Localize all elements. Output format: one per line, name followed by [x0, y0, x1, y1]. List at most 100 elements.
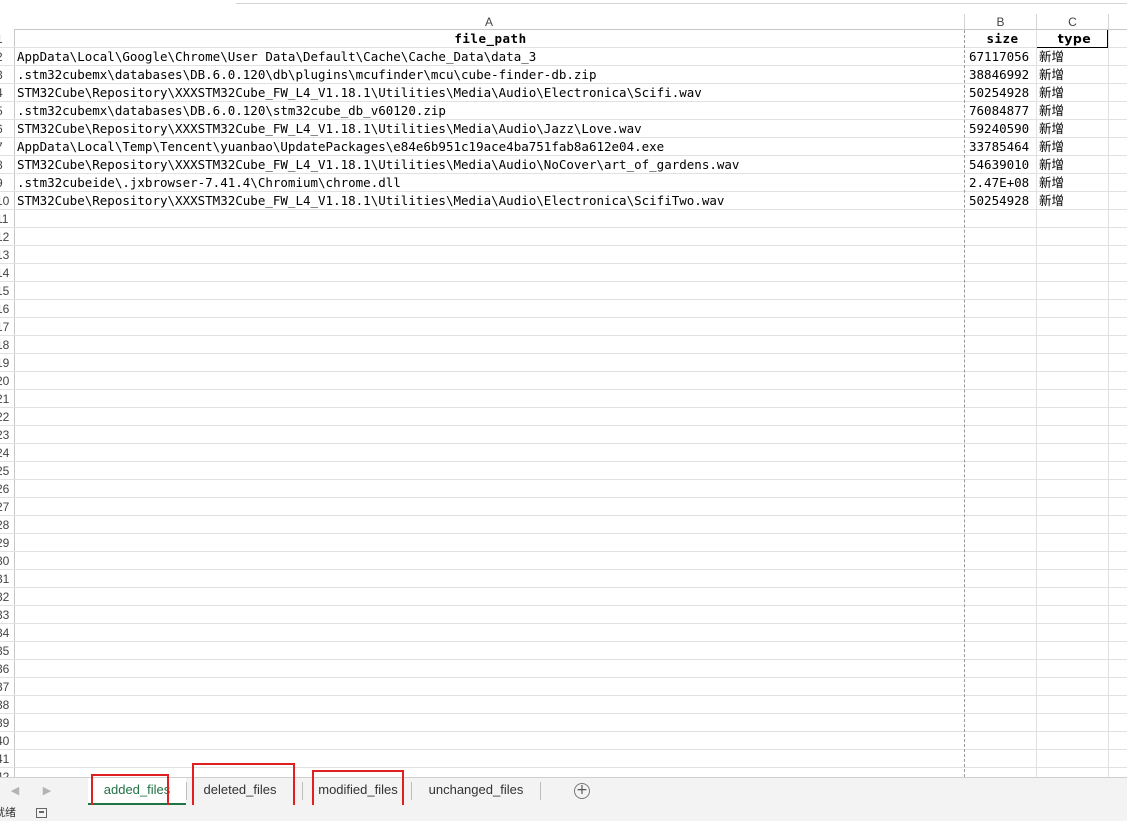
cell-file-path[interactable] [16, 228, 964, 245]
cell-file-path[interactable]: STM32Cube\Repository\XXXSTM32Cube_FW_L4_… [16, 156, 964, 173]
cell-type[interactable] [1038, 480, 1110, 497]
cell-file-path[interactable] [16, 624, 964, 641]
cell-size[interactable] [966, 678, 1036, 695]
cell-file-path[interactable] [16, 498, 964, 515]
cell-size[interactable]: 50254928 [966, 84, 1036, 101]
cell-type[interactable] [1038, 264, 1110, 281]
cell-type[interactable] [1038, 318, 1110, 335]
plus-circle-icon[interactable]: + [574, 783, 590, 799]
cell-file-path[interactable] [16, 714, 964, 731]
cell-type[interactable] [1038, 336, 1110, 353]
cell-size[interactable] [966, 624, 1036, 641]
cell-size[interactable]: 2.47E+08 [966, 174, 1036, 191]
cell-size[interactable] [966, 390, 1036, 407]
cell-size[interactable] [966, 444, 1036, 461]
table-row[interactable]: 4STM32Cube\Repository\XXXSTM32Cube_FW_L4… [0, 84, 1127, 102]
cell-type[interactable] [1038, 768, 1110, 777]
cell-size[interactable]: 59240590 [966, 120, 1036, 137]
table-row[interactable]: 42 [0, 768, 1127, 777]
cell-type[interactable] [1038, 678, 1110, 695]
cell-file-path[interactable]: AppData\Local\Temp\Tencent\yuanbao\Updat… [16, 138, 964, 155]
cell-file-path[interactable] [16, 210, 964, 227]
table-row[interactable]: 17 [0, 318, 1127, 336]
row-number[interactable]: 19 [0, 354, 14, 371]
cell-size[interactable] [966, 354, 1036, 371]
cell-type[interactable]: 新增 [1038, 174, 1110, 191]
cell-type[interactable] [1038, 660, 1110, 677]
row-number[interactable]: 34 [0, 624, 14, 641]
cell-size[interactable] [966, 408, 1036, 425]
cell-size[interactable] [966, 642, 1036, 659]
cell-file-path[interactable]: .stm32cubeide\.jxbrowser-7.41.4\Chromium… [16, 174, 964, 191]
row-number[interactable]: 37 [0, 678, 14, 695]
table-row[interactable]: 26 [0, 480, 1127, 498]
row-number[interactable]: 6 [0, 120, 14, 137]
row-number[interactable]: 20 [0, 372, 14, 389]
table-row[interactable]: 6STM32Cube\Repository\XXXSTM32Cube_FW_L4… [0, 120, 1127, 138]
row-number[interactable]: 9 [0, 174, 14, 191]
cell-file-path[interactable] [16, 372, 964, 389]
cell-size[interactable] [966, 228, 1036, 245]
cell-type[interactable] [1038, 210, 1110, 227]
cell-file-path[interactable] [16, 696, 964, 713]
row-number[interactable]: 12 [0, 228, 14, 245]
table-row[interactable]: 7AppData\Local\Temp\Tencent\yuanbao\Upda… [0, 138, 1127, 156]
cell-type[interactable]: 新增 [1038, 84, 1110, 101]
table-row[interactable]: 22 [0, 408, 1127, 426]
cell-size[interactable]: 33785464 [966, 138, 1036, 155]
column-header-a[interactable]: A [14, 14, 965, 30]
row-number[interactable]: 16 [0, 300, 14, 317]
cell-type[interactable]: 新增 [1038, 102, 1110, 119]
cell-file-path[interactable] [16, 390, 964, 407]
row-number[interactable]: 28 [0, 516, 14, 533]
table-row[interactable]: 32 [0, 588, 1127, 606]
cell-type[interactable] [1038, 588, 1110, 605]
cell-size[interactable] [966, 534, 1036, 551]
row-number[interactable]: 36 [0, 660, 14, 677]
table-row[interactable]: 18 [0, 336, 1127, 354]
row-number[interactable]: 42 [0, 768, 14, 777]
cell-size[interactable]: 54639010 [966, 156, 1036, 173]
cell-file-path[interactable] [16, 246, 964, 263]
row-number[interactable]: 40 [0, 732, 14, 749]
cell-file-path[interactable] [16, 534, 964, 551]
cell-size[interactable] [966, 588, 1036, 605]
cell-file-path[interactable] [16, 354, 964, 371]
cell-file-path[interactable] [16, 444, 964, 461]
row-number[interactable]: 10 [0, 192, 14, 209]
cell-type[interactable] [1038, 732, 1110, 749]
cell-file-path[interactable]: STM32Cube\Repository\XXXSTM32Cube_FW_L4_… [16, 120, 964, 137]
row-number[interactable]: 33 [0, 606, 14, 623]
row-number[interactable]: 1 [0, 30, 14, 47]
macro-record-icon[interactable] [36, 808, 47, 818]
table-row[interactable]: 33 [0, 606, 1127, 624]
cell-type[interactable] [1038, 642, 1110, 659]
table-row[interactable]: 29 [0, 534, 1127, 552]
row-number[interactable]: 23 [0, 426, 14, 443]
cell-type[interactable] [1038, 552, 1110, 569]
table-row[interactable]: 2AppData\Local\Google\Chrome\User Data\D… [0, 48, 1127, 66]
cell-type[interactable] [1038, 426, 1110, 443]
cell-file-path[interactable]: AppData\Local\Google\Chrome\User Data\De… [16, 48, 964, 65]
row-number[interactable]: 39 [0, 714, 14, 731]
cell-file-path[interactable] [16, 642, 964, 659]
row-number[interactable]: 26 [0, 480, 14, 497]
cell-type[interactable] [1038, 696, 1110, 713]
cell-type[interactable]: 新增 [1038, 156, 1110, 173]
row-number[interactable]: 14 [0, 264, 14, 281]
cell-file-path[interactable] [16, 516, 964, 533]
cell-size[interactable] [966, 570, 1036, 587]
cell-type[interactable]: 新增 [1038, 120, 1110, 137]
cell-size[interactable] [966, 246, 1036, 263]
row-number[interactable]: 2 [0, 48, 14, 65]
cell-size[interactable]: 76084877 [966, 102, 1036, 119]
cell-type[interactable] [1038, 534, 1110, 551]
cell-size[interactable] [966, 696, 1036, 713]
row-number[interactable]: 35 [0, 642, 14, 659]
cell-size[interactable] [966, 426, 1036, 443]
chevron-left-icon[interactable]: ◀ [8, 784, 22, 798]
cell-file-path[interactable] [16, 570, 964, 587]
table-row[interactable]: 12 [0, 228, 1127, 246]
column-header-c[interactable]: C [1037, 14, 1109, 30]
cell-size[interactable] [966, 210, 1036, 227]
